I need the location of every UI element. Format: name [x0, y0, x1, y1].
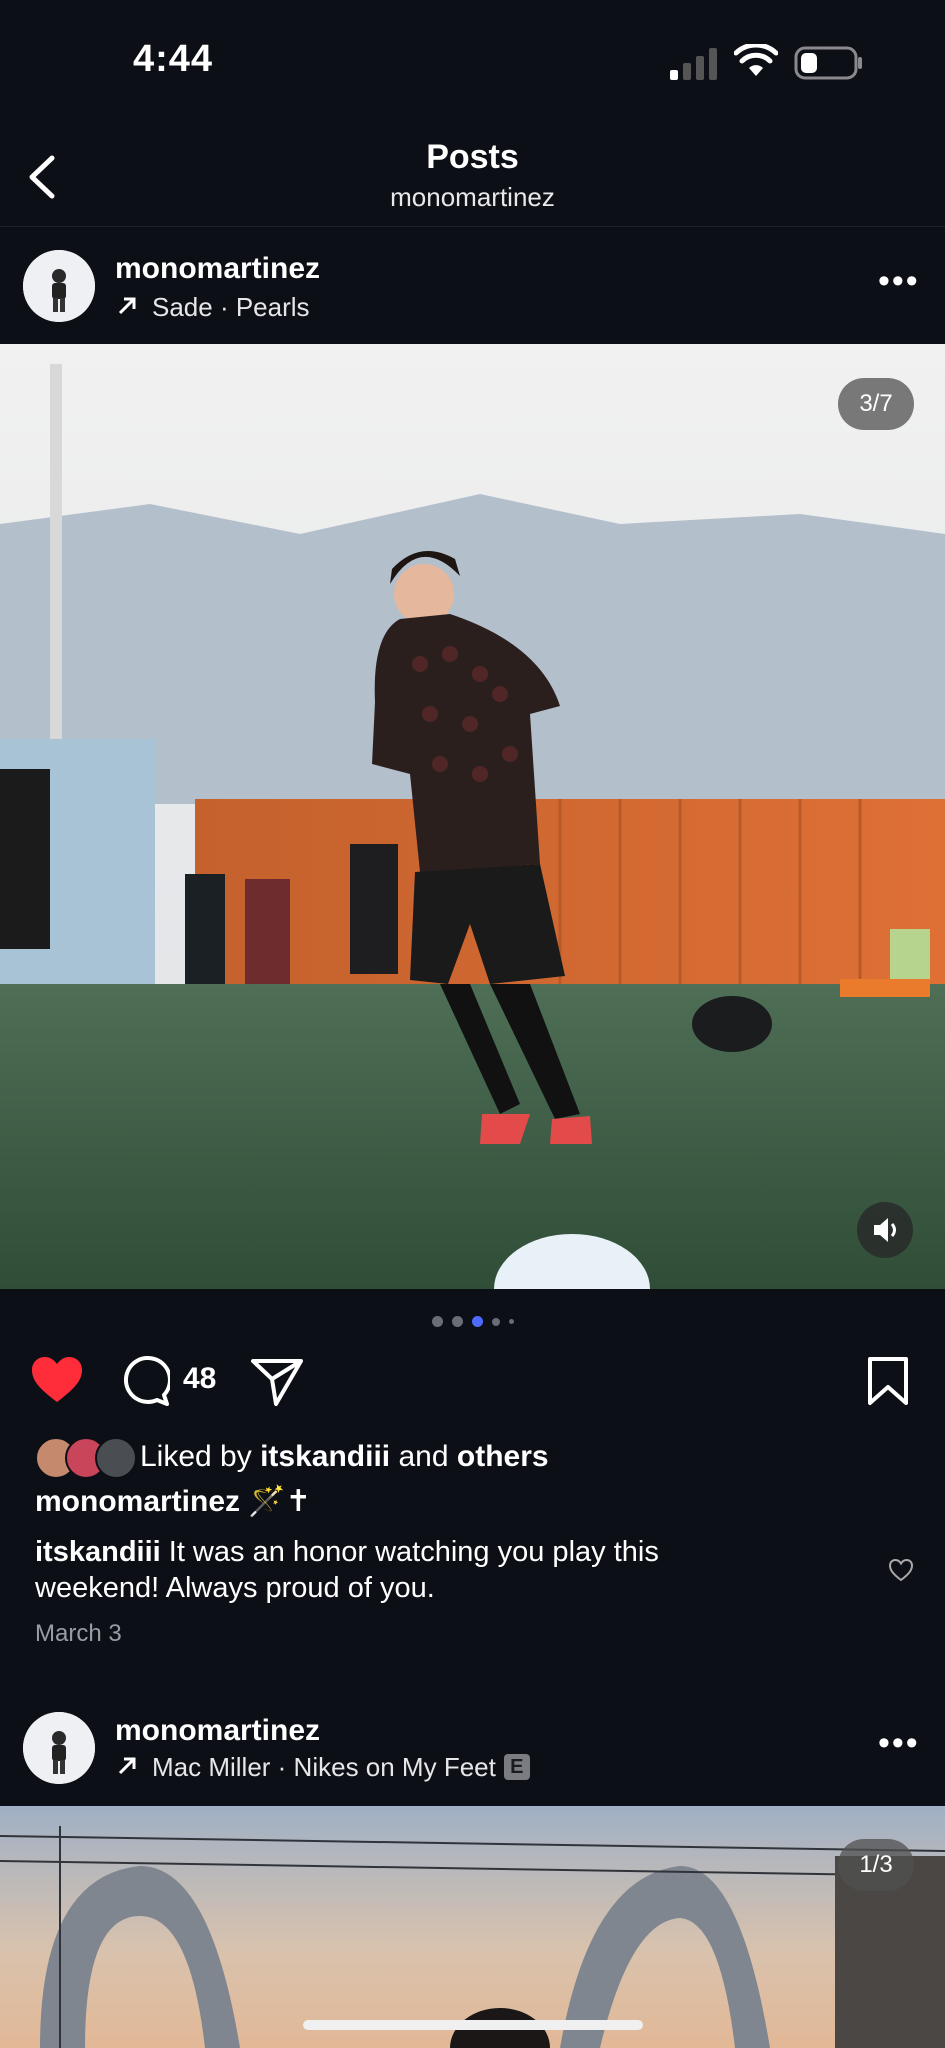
carousel-dots — [0, 1316, 945, 1327]
comment-count: 48 — [183, 1362, 217, 1395]
liked-by-text[interactable]: Liked by itskandiii and others — [140, 1440, 549, 1474]
post-music-text: Mac Miller · Nikes on My Feet — [152, 1752, 496, 1782]
carousel-dot — [451, 1316, 463, 1327]
page-subtitle: monomartinez — [390, 182, 555, 212]
small-heart-icon[interactable] — [888, 1558, 914, 1582]
liked-by-and: and — [398, 1440, 449, 1473]
carousel-dot — [431, 1316, 443, 1327]
liked-by-others[interactable]: others — [457, 1440, 549, 1473]
caption-username[interactable]: monomartinez — [35, 1485, 240, 1518]
comment-icon[interactable] — [118, 1355, 170, 1407]
avatar[interactable] — [23, 250, 95, 322]
post-date: March 3 — [35, 1620, 122, 1647]
carousel-dot — [491, 1317, 500, 1326]
caption: monomartinez 🪄✝ — [35, 1484, 311, 1519]
photo-counter: 1/3 — [838, 1839, 914, 1891]
liked-by-avatars[interactable] — [35, 1437, 137, 1479]
more-icon[interactable]: ••• — [878, 262, 920, 301]
page-title: Posts — [426, 138, 519, 176]
heart-filled-icon[interactable] — [30, 1355, 84, 1405]
avatar[interactable] — [23, 1712, 95, 1784]
volume-button[interactable] — [857, 1202, 913, 1258]
post-music[interactable]: Sade · Pearls — [152, 292, 310, 323]
carousel-dot-active — [471, 1316, 483, 1327]
post-photo[interactable] — [0, 1806, 945, 2048]
arrow-up-right-icon — [118, 1757, 136, 1775]
status-time: 4:44 — [133, 38, 214, 80]
share-icon[interactable] — [250, 1357, 304, 1407]
post-username[interactable]: monomartinez — [115, 1714, 320, 1748]
wifi-icon — [734, 44, 778, 76]
post-photo[interactable] — [0, 344, 945, 1289]
liked-by-user[interactable]: itskandiii — [260, 1440, 390, 1473]
more-icon[interactable]: ••• — [878, 1724, 920, 1763]
cellular-signal-icon — [670, 48, 717, 80]
explicit-badge: E — [503, 1754, 530, 1780]
liked-by-prefix: Liked by — [140, 1440, 252, 1473]
carousel-dot — [508, 1319, 514, 1324]
battery-icon — [794, 46, 862, 80]
arrow-up-right-icon — [118, 297, 136, 315]
post-music[interactable]: Mac Miller · Nikes on My Feet E — [152, 1752, 530, 1783]
post-username[interactable]: monomartinez — [115, 252, 320, 286]
caption-text: 🪄✝ — [248, 1485, 311, 1518]
comment-username[interactable]: itskandiii — [35, 1536, 161, 1568]
volume-icon — [874, 1218, 896, 1242]
top-comment: itskandiii It was an honor watching you … — [35, 1534, 755, 1606]
photo-counter: 3/7 — [838, 378, 914, 430]
home-indicator[interactable] — [303, 2020, 643, 2030]
bookmark-icon[interactable] — [866, 1355, 910, 1407]
